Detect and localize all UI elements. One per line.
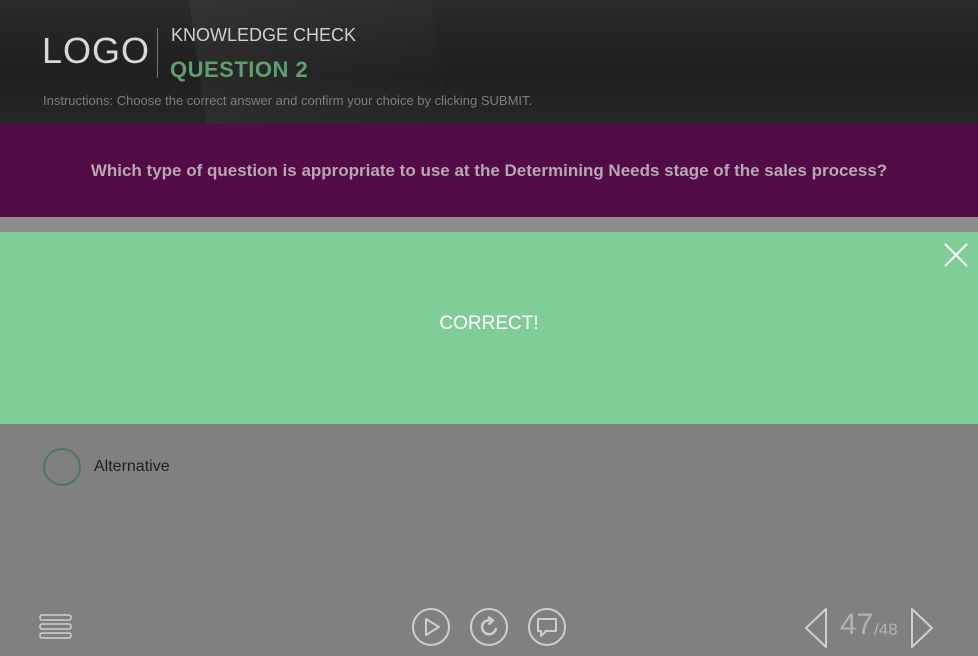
play-button[interactable]	[411, 607, 451, 647]
answer-option-label: Alternative	[94, 458, 170, 475]
previous-page-button[interactable]	[802, 606, 830, 650]
page-total-number: /48	[874, 620, 898, 639]
next-page-button[interactable]	[908, 606, 936, 650]
replay-icon	[470, 608, 508, 646]
close-icon	[944, 243, 968, 267]
header-divider	[157, 28, 158, 78]
chat-button[interactable]	[527, 607, 567, 647]
menu-icon	[39, 614, 72, 639]
logo: LOGO	[42, 30, 151, 71]
header: LOGO KNOWLEDGE CHECK QUESTION 2 Instruct…	[0, 0, 978, 124]
next-arrow-icon	[911, 608, 933, 648]
question-text: Which type of question is appropriate to…	[90, 160, 888, 180]
answer-option[interactable]: Alternative	[43, 448, 170, 486]
page-current-number: 47	[840, 608, 874, 641]
instructions-text: Instructions: Choose the correct answer …	[43, 93, 533, 108]
prev-arrow-icon	[805, 608, 827, 648]
play-icon	[412, 608, 450, 646]
close-feedback-button[interactable]	[942, 241, 970, 269]
radio-button[interactable]	[43, 448, 81, 486]
chat-icon	[528, 608, 566, 646]
section-label: KNOWLEDGE CHECK	[171, 25, 357, 45]
menu-button[interactable]	[38, 612, 74, 642]
question-band: Which type of question is appropriate to…	[0, 124, 978, 217]
divider-strip	[0, 217, 978, 232]
feedback-message: CORRECT!	[439, 313, 539, 334]
replay-button[interactable]	[469, 607, 509, 647]
question-number: QUESTION 2	[170, 57, 309, 82]
